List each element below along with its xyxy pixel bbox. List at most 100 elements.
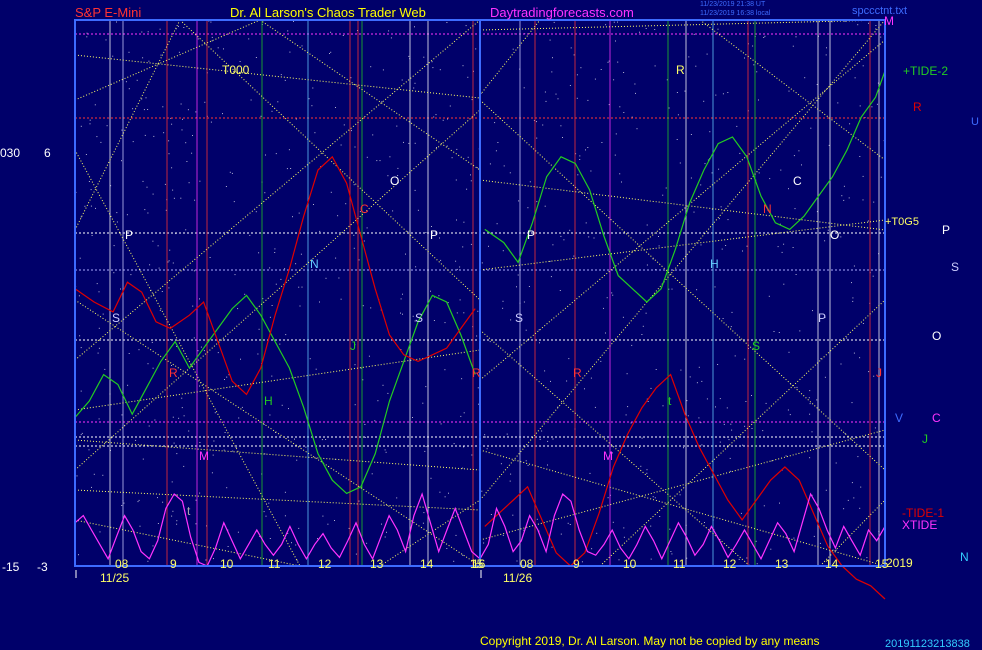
star-dot	[706, 398, 708, 400]
star-dot	[160, 54, 162, 56]
star-dot	[424, 450, 426, 452]
star-dot	[288, 408, 289, 410]
planet-label-day2: R	[676, 63, 685, 77]
star-dot	[536, 201, 538, 203]
star-dot	[170, 339, 172, 341]
star-dot	[846, 337, 848, 339]
star-dot	[555, 93, 557, 95]
star-dot	[98, 327, 100, 329]
star-dot	[600, 69, 602, 70]
star-dot	[291, 542, 292, 544]
star-dot	[78, 554, 79, 556]
star-dot	[866, 557, 868, 559]
star-dot	[874, 427, 876, 429]
planet-label-o: O	[932, 329, 941, 343]
star-dot	[462, 467, 464, 469]
star-dot	[148, 425, 150, 427]
star-dot	[650, 525, 652, 527]
planet-label-day1: J	[350, 339, 356, 353]
star-dot	[300, 253, 302, 255]
planet-label-s: S	[951, 260, 959, 274]
star-dot	[354, 146, 356, 148]
star-dot	[451, 157, 453, 159]
star-dot	[382, 69, 384, 71]
star-dot	[408, 142, 410, 144]
hour-tick-label: 12	[723, 557, 737, 571]
star-dot	[168, 153, 170, 155]
planet-label-day2: O	[830, 228, 839, 242]
star-dot	[566, 380, 568, 382]
star-dot	[585, 222, 587, 224]
star-dot	[587, 147, 589, 148]
star-dot	[240, 358, 241, 360]
star-dot	[726, 407, 728, 409]
star-dot	[841, 195, 843, 197]
star-dot	[168, 140, 170, 142]
star-dot	[121, 129, 123, 131]
star-dot	[470, 174, 471, 176]
star-dot	[135, 439, 137, 441]
star-dot	[840, 236, 842, 238]
star-dot	[90, 189, 92, 191]
star-dot	[827, 229, 829, 231]
star-dot	[195, 499, 197, 501]
series-label-xtide: XTIDE	[902, 518, 937, 532]
star-dot	[295, 263, 297, 265]
star-dot	[462, 65, 464, 67]
hour-tick-label: 10	[623, 557, 637, 571]
star-dot	[690, 134, 692, 135]
star-dot	[844, 432, 846, 434]
star-dot	[364, 424, 366, 425]
star-dot	[260, 115, 262, 117]
star-dot	[446, 22, 448, 23]
star-dot	[386, 531, 387, 533]
star-dot	[226, 376, 228, 378]
star-dot	[439, 491, 441, 493]
star-dot	[768, 295, 770, 297]
star-dot	[630, 422, 632, 424]
star-dot	[550, 276, 552, 278]
star-dot	[744, 57, 745, 59]
star-dot	[371, 473, 373, 475]
star-dot	[665, 187, 667, 189]
star-dot	[455, 534, 457, 536]
star-dot	[167, 261, 169, 263]
star-dot	[213, 440, 215, 442]
star-dot	[147, 109, 149, 110]
star-dot	[693, 33, 695, 35]
star-dot	[826, 47, 827, 49]
star-dot	[647, 401, 649, 402]
star-dot	[433, 320, 435, 321]
star-dot	[176, 453, 178, 455]
star-dot	[698, 366, 700, 368]
star-dot	[176, 523, 178, 525]
star-dot	[440, 423, 442, 425]
star-dot	[544, 370, 546, 372]
star-dot	[455, 179, 457, 181]
planet-label-j: J	[922, 432, 928, 446]
star-dot	[619, 173, 621, 175]
star-dot	[195, 111, 197, 113]
planet-label-day2: J	[876, 366, 882, 380]
star-dot	[553, 21, 555, 23]
star-dot	[432, 67, 434, 69]
star-dot	[199, 492, 201, 494]
star-dot	[120, 288, 121, 290]
star-dot	[203, 350, 205, 352]
star-dot	[603, 307, 604, 309]
star-dot	[680, 369, 682, 371]
hour-tick-label: 08	[520, 557, 534, 571]
star-dot	[384, 536, 386, 538]
star-dot	[80, 125, 82, 127]
star-dot	[849, 123, 851, 125]
star-dot	[676, 92, 678, 93]
star-dot	[142, 180, 144, 182]
star-dot	[756, 563, 758, 565]
star-dot	[289, 51, 291, 53]
planet-label-day1: O	[390, 174, 399, 188]
star-dot	[81, 432, 83, 434]
star-dot	[353, 234, 355, 236]
star-dot	[695, 65, 697, 67]
star-dot	[173, 442, 175, 444]
star-dot	[636, 128, 638, 130]
